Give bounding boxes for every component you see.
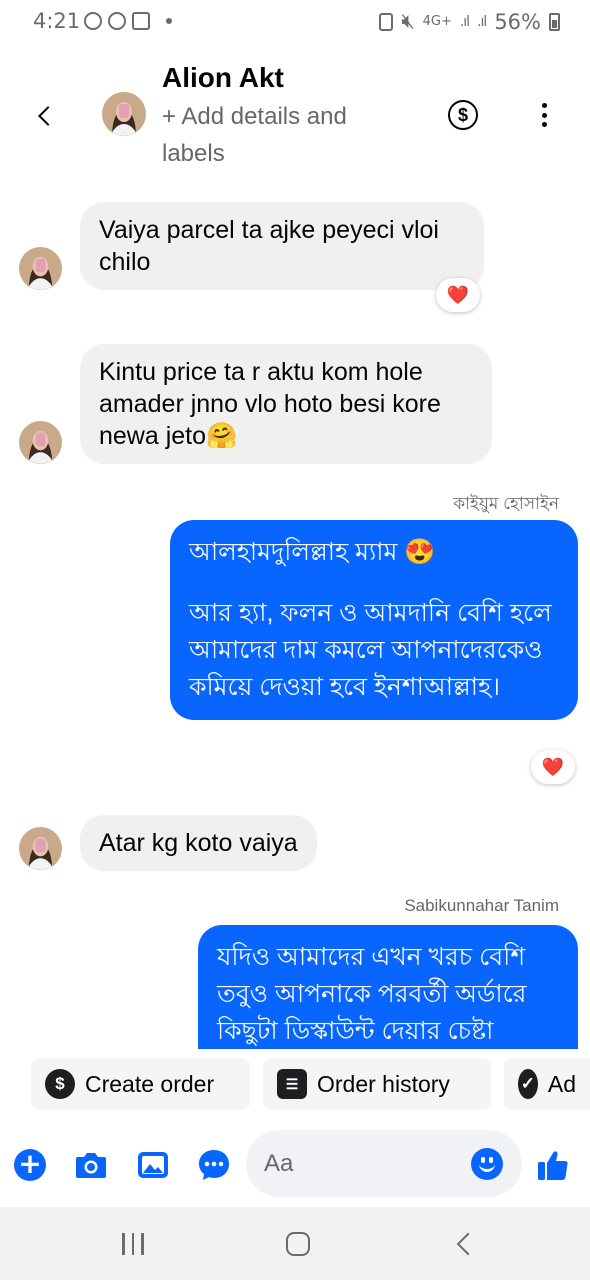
sender-avatar[interactable] [19, 247, 62, 290]
image-icon [138, 1152, 168, 1178]
home-button[interactable] [284, 1227, 312, 1261]
sender-name-label: Sabikunnahar Tanim [404, 896, 559, 915]
gallery-notification-icon [132, 12, 150, 30]
system-back-button[interactable] [450, 1227, 480, 1261]
incoming-message[interactable]: Atar kg koto vaiya [80, 815, 317, 871]
app-notification-icon [108, 12, 126, 30]
list-icon: ☰ [277, 1069, 307, 1099]
plus-button[interactable]: + [13, 1148, 47, 1182]
chat-header: Alion Akt + Add details and labels $ [0, 42, 590, 177]
messenger-notification-icon [84, 12, 102, 30]
gallery-button[interactable] [136, 1148, 170, 1182]
more-actions-button[interactable] [197, 1148, 231, 1182]
status-time: 4:21 [33, 9, 81, 33]
message-thread[interactable]: Vaiya parcel ta ajke peyeci vloi chilo ❤… [0, 177, 590, 1049]
status-bar: 4:21 🔇︎ 4G+ .ıl .ıl 56% [0, 0, 590, 42]
network-type-label: 4G+ [422, 14, 452, 29]
dollar-icon: $ [457, 104, 468, 125]
outgoing-message[interactable]: যদিও আমাদের এখন খরচ বেশি তবুও আপনাকে পরব… [198, 925, 578, 1049]
chat-bubble-icon [199, 1150, 229, 1180]
contact-avatar[interactable] [102, 92, 146, 136]
system-navigation-bar [0, 1207, 590, 1280]
order-history-button[interactable]: ☰ Order history [263, 1058, 491, 1110]
camera-icon [76, 1153, 106, 1178]
incoming-message[interactable]: Vaiya parcel ta ajke peyeci vloi chilo [80, 202, 484, 290]
more-notifications-icon [166, 18, 172, 24]
back-button[interactable] [28, 99, 62, 133]
thumbs-up-icon [538, 1151, 568, 1180]
battery-percent: 56% [494, 9, 541, 34]
battery-saver-icon [379, 12, 394, 31]
dollar-icon: $ [45, 1069, 75, 1099]
add-details-link[interactable]: + Add details and labels [162, 98, 402, 172]
payments-button[interactable]: $ [448, 100, 478, 130]
chevron-left-icon [38, 106, 58, 126]
heart-reaction[interactable]: ❤️ [531, 750, 575, 784]
sender-name-label: কাইয়ুম হোসাইন [453, 494, 559, 513]
create-order-button[interactable]: $ Create order [31, 1058, 250, 1110]
signal-icon: .ıl [459, 13, 470, 30]
check-icon: ✓ [518, 1069, 538, 1099]
outgoing-message[interactable]: আলহামদুলিল্লাহ ম্যাম 😍 আর হ্যা, ফলন ও আম… [170, 520, 578, 720]
plus-icon: + [14, 1149, 46, 1181]
sender-avatar[interactable] [19, 421, 62, 464]
back-chevron-icon [456, 1232, 480, 1256]
sender-avatar[interactable] [19, 827, 62, 870]
more-options-button[interactable] [532, 100, 556, 130]
battery-icon [549, 12, 560, 31]
like-button[interactable] [536, 1148, 570, 1182]
contact-name[interactable]: Alion Akt [162, 62, 284, 94]
emoji-button[interactable] [471, 1148, 503, 1180]
add-action-button[interactable]: ✓ Ad [504, 1058, 590, 1110]
message-composer: + [0, 1121, 590, 1207]
heart-reaction[interactable]: ❤️ [436, 278, 480, 312]
mute-icon: 🔇︎ [401, 9, 415, 33]
home-icon [286, 1232, 310, 1256]
recent-apps-button[interactable] [119, 1227, 147, 1261]
signal-icon-2: .ıl [477, 13, 487, 30]
quick-actions-bar: $ Create order ☰ Order history ✓ Ad [0, 1049, 590, 1121]
incoming-message[interactable]: Kintu price ta r aktu kom hole amader jn… [80, 344, 492, 464]
smiley-icon [479, 1164, 495, 1172]
camera-button[interactable] [74, 1148, 108, 1182]
